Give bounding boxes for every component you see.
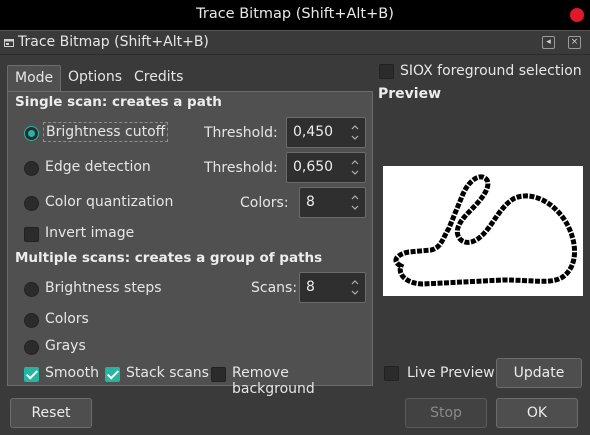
multiple-scans-heading: Multiple scans: creates a group of paths	[15, 250, 323, 266]
quantization-colors-label: Colors:	[240, 195, 289, 211]
dialog-tab-icon	[4, 39, 14, 47]
live-preview-label[interactable]: Live Preview	[407, 365, 495, 381]
brightness-steps-label[interactable]: Brightness steps	[45, 280, 162, 296]
tab-options[interactable]: Options	[61, 65, 129, 92]
color-quantization-radio[interactable]	[24, 196, 39, 211]
quantization-colors-value: 8	[306, 194, 315, 210]
brightness-cutoff-radio[interactable]	[24, 126, 39, 141]
colors-label[interactable]: Colors	[45, 311, 89, 327]
window-title: Trace Bitmap (Shift+Alt+B)	[196, 6, 394, 22]
stack-scans-checkbox[interactable]	[105, 367, 120, 382]
preview-heading: Preview	[378, 86, 442, 102]
dock-close-button[interactable]: ×	[568, 36, 581, 49]
edge-detection-label[interactable]: Edge detection	[45, 159, 151, 175]
stop-button[interactable]: Stop	[405, 398, 487, 428]
dock-restore-button[interactable]: ◂	[542, 36, 555, 49]
smooth-checkbox[interactable]	[24, 367, 39, 382]
preview-image	[383, 166, 583, 296]
colors-radio[interactable]	[24, 313, 39, 328]
mode-panel: Single scan: creates a path Brightness c…	[7, 91, 373, 397]
live-preview-checkbox[interactable]	[384, 366, 399, 381]
brightness-threshold-spinbox[interactable]: 0,450	[286, 117, 366, 148]
traced-shape-preview	[393, 174, 578, 287]
invert-image-checkbox[interactable]	[24, 227, 39, 242]
edge-detection-radio[interactable]	[24, 161, 39, 176]
dock-header: Trace Bitmap (Shift+Alt+B) ◂ ×	[0, 31, 590, 55]
brightness-steps-radio[interactable]	[24, 282, 39, 297]
remove-background-checkbox[interactable]	[211, 367, 226, 382]
chevron-left-icon: ◂	[546, 37, 551, 47]
scans-spinbox[interactable]: 8	[299, 272, 366, 303]
quantization-colors-spinbox[interactable]: 8	[299, 187, 366, 218]
chevron-down-icon[interactable]	[349, 132, 361, 144]
reset-button[interactable]: Reset	[10, 398, 92, 428]
stack-scans-label[interactable]: Stack scans	[126, 365, 209, 381]
dock-title: Trace Bitmap (Shift+Alt+B)	[18, 34, 209, 50]
update-button[interactable]: Update	[496, 358, 582, 388]
single-scan-heading: Single scan: creates a path	[15, 94, 222, 110]
brightness-cutoff-label[interactable]: Brightness cutoff	[42, 122, 169, 142]
smooth-label[interactable]: Smooth	[45, 365, 99, 381]
tab-mode[interactable]: Mode	[7, 65, 62, 92]
ok-button[interactable]: OK	[496, 398, 578, 428]
color-quantization-label[interactable]: Color quantization	[45, 194, 173, 210]
remove-background-label[interactable]: Remove background	[232, 365, 372, 397]
chevron-down-icon[interactable]	[349, 167, 361, 179]
tab-credits[interactable]: Credits	[127, 65, 190, 92]
siox-label[interactable]: SIOX foreground selection	[400, 63, 582, 79]
invert-image-label[interactable]: Invert image	[45, 225, 134, 241]
close-icon: ×	[570, 37, 579, 47]
brightness-threshold-value: 0,450	[293, 124, 334, 140]
chevron-down-icon[interactable]	[349, 287, 361, 299]
brightness-threshold-label: Threshold:	[204, 125, 278, 141]
window-titlebar: Trace Bitmap (Shift+Alt+B)	[0, 0, 590, 30]
grays-radio[interactable]	[24, 340, 39, 355]
scans-label: Scans:	[251, 280, 298, 296]
window-close-button[interactable]	[570, 8, 584, 22]
chevron-down-icon[interactable]	[349, 202, 361, 214]
edge-threshold-label: Threshold:	[204, 160, 278, 176]
grays-label[interactable]: Grays	[45, 338, 86, 354]
scans-value: 8	[306, 279, 315, 295]
trace-bitmap-dialog: Trace Bitmap (Shift+Alt+B) ◂ × Mode Opti…	[0, 30, 590, 435]
edge-threshold-spinbox[interactable]: 0,650	[286, 152, 366, 183]
edge-threshold-value: 0,650	[293, 159, 334, 175]
siox-checkbox[interactable]	[379, 64, 394, 79]
